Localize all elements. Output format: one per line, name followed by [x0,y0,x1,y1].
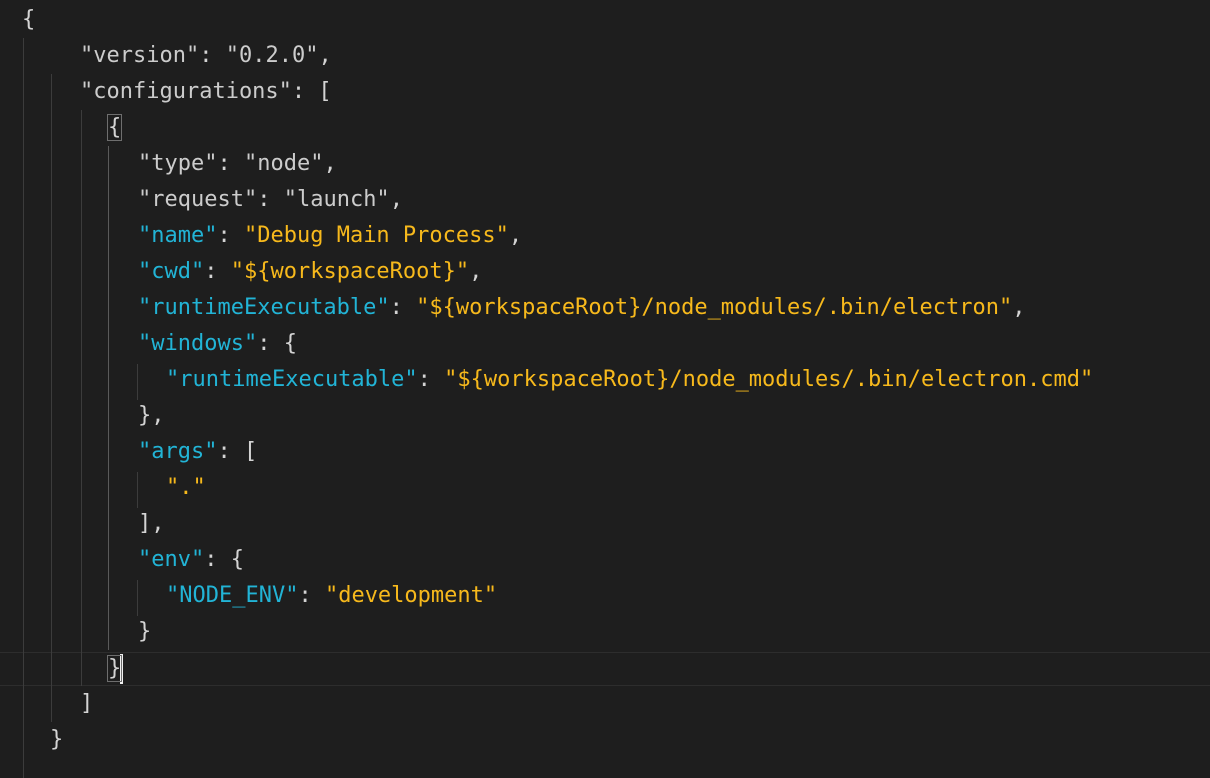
request-value: "launch" [283,187,390,212]
code-line-6: "request": "launch", [138,187,403,212]
code-line-17: "NODE_ENV": "development" [166,583,498,608]
name-key: "name" [138,223,218,248]
code-line-1: { [22,2,35,38]
indent-guide-level-3 [81,110,82,686]
indent-guide-level-4 [108,146,109,650]
indent-guide-windows [137,364,138,400]
code-line-20: ] [80,686,93,722]
code-line-13: "args": [ [138,439,258,464]
node-env-value: "development" [324,583,498,608]
code-line-10: "windows": { [138,331,297,356]
code-line-3: "configurations": [ [80,79,332,104]
cwd-value: "${workspaceRoot}" [230,259,470,284]
runtime-executable-key: "runtimeExecutable" [138,295,390,320]
version-key: "version" [80,43,200,68]
configurations-key: "configurations" [80,79,292,104]
code-line-14: "." [166,470,206,506]
indent-guide-env [137,580,138,616]
indent-guide-level-2 [51,74,52,722]
code-editor[interactable]: { "version": "0.2.0", "configurations": … [0,0,1210,778]
code-line-4: { [106,110,123,146]
request-key: "request" [138,187,258,212]
code-line-21: } [50,722,63,758]
code-line-7: "name": "Debug Main Process", [138,223,523,248]
args-item: "." [166,475,206,500]
close-brace: } [50,727,64,752]
code-line-19: } [106,651,124,687]
name-value: "Debug Main Process" [243,223,509,248]
runtime-executable-value: "${workspaceRoot}/node_modules/.bin/elec… [416,295,1013,320]
args-key: "args" [138,439,218,464]
windows-key: "windows" [138,331,258,356]
cwd-key: "cwd" [138,259,205,284]
indent-guide-args [137,472,138,508]
matched-open-brace: { [106,114,123,141]
windows-runtime-executable-key: "runtimeExecutable" [166,367,418,392]
indent-guide-level-1 [23,38,24,778]
windows-runtime-executable-value: "${workspaceRoot}/node_modules/.bin/elec… [444,367,1094,392]
type-key: "type" [138,151,218,176]
code-line-18: } [138,614,151,650]
close-bracket: ] [80,691,94,716]
code-line-5: "type": "node", [138,151,337,176]
matched-close-brace: } [106,655,123,682]
version-value: "0.2.0" [225,43,319,68]
code-line-9: "runtimeExecutable": "${workspaceRoot}/n… [138,295,1026,320]
windows-close: }, [138,403,165,428]
args-close: ], [138,511,165,536]
code-line-15: ], [138,506,165,542]
node-env-key: "NODE_ENV" [166,583,299,608]
text-cursor [120,654,124,684]
open-bracket: [ [318,79,332,104]
code-line-11: "runtimeExecutable": "${workspaceRoot}/n… [166,367,1094,392]
code-line-12: }, [138,398,165,434]
open-brace: { [22,7,36,32]
code-line-8: "cwd": "${workspaceRoot}", [138,259,483,284]
env-key: "env" [138,547,205,572]
code-line-2: "version": "0.2.0", [80,43,332,68]
type-value: "node" [243,151,324,176]
env-close: } [138,619,152,644]
code-line-16: "env": { [138,547,244,572]
current-line-highlight [0,652,1210,686]
